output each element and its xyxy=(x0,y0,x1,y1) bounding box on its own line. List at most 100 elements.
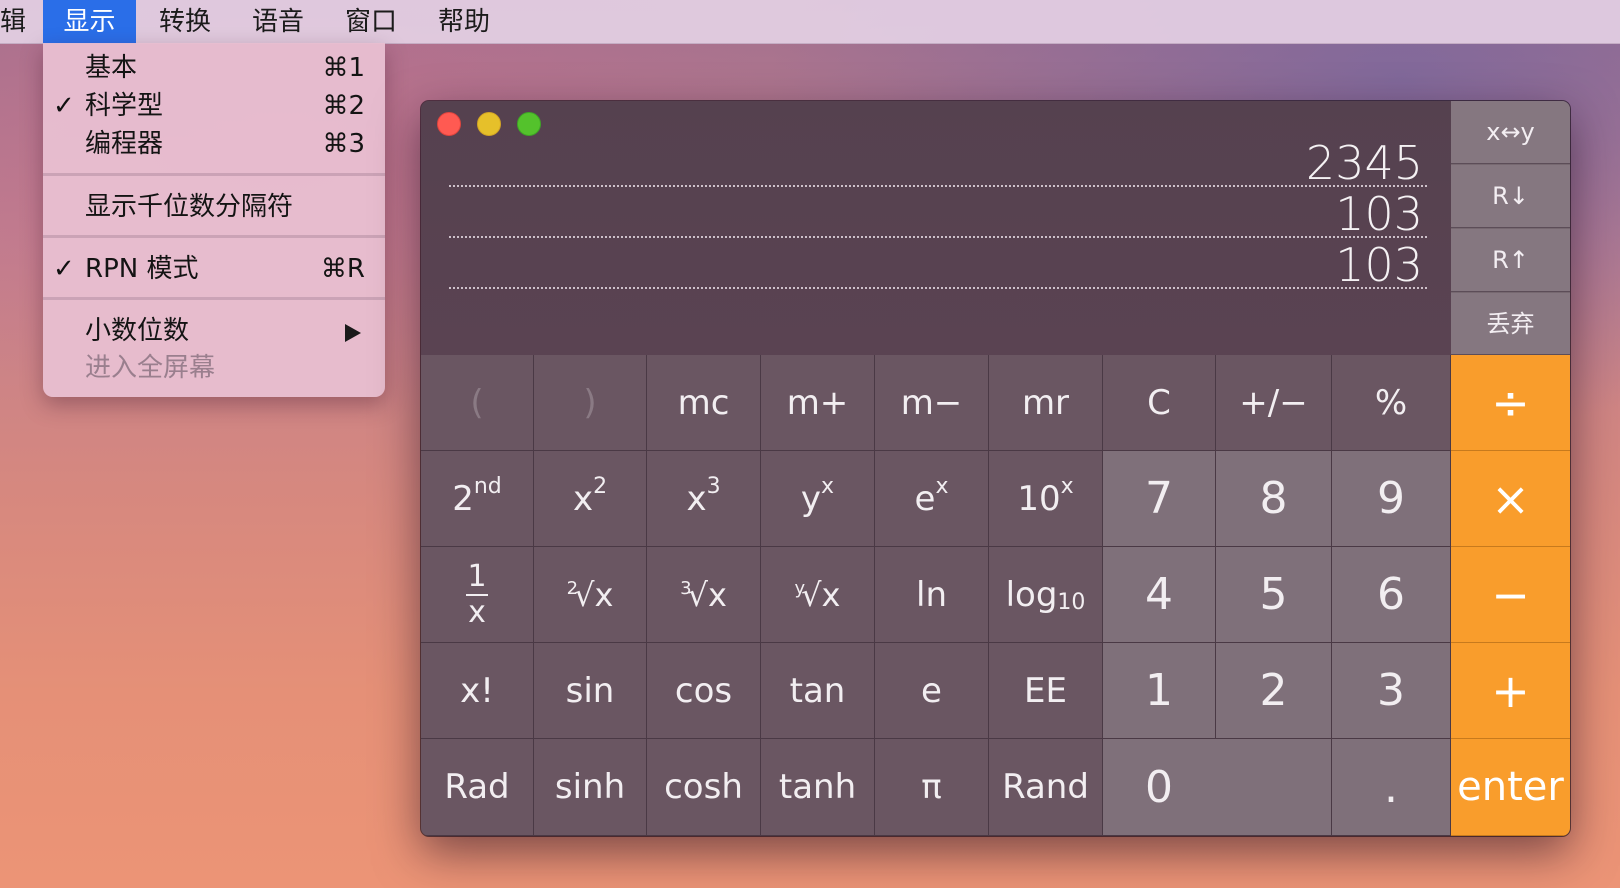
menu-item-label: 进入全屏幕 xyxy=(85,353,216,383)
roll-up-button[interactable]: R↑ xyxy=(1451,229,1570,292)
multiply-key[interactable]: × xyxy=(1451,451,1570,547)
menu-item-label: 显示千位数分隔符 xyxy=(85,192,294,222)
plus-minus-key[interactable]: +/− xyxy=(1216,355,1332,451)
memory-add-key[interactable]: m+ xyxy=(761,355,875,451)
stack-row-3: 2345 xyxy=(449,137,1427,189)
digit-4-key[interactable]: 4 xyxy=(1103,547,1216,643)
denominator: x xyxy=(468,594,486,630)
swap-button[interactable]: x↔y xyxy=(1451,101,1570,164)
e-power-x-key[interactable]: ex xyxy=(875,451,989,547)
root-index: 2 xyxy=(566,577,579,599)
digit-6-key[interactable]: 6 xyxy=(1332,547,1451,643)
clear-key[interactable]: C xyxy=(1103,355,1216,451)
checkmark-icon: ✓ xyxy=(53,254,75,284)
add-key[interactable]: + xyxy=(1451,643,1570,739)
cosh-key[interactable]: cosh xyxy=(647,739,761,836)
menu-separator xyxy=(43,235,385,238)
submenu-arrow-icon xyxy=(345,324,361,342)
key-subscript: 10 xyxy=(1057,590,1086,615)
digit-3-key[interactable]: 3 xyxy=(1332,643,1451,739)
digit-8-key[interactable]: 8 xyxy=(1216,451,1332,547)
menu-item-rpn-mode[interactable]: ✓ RPN 模式 ⌘R xyxy=(43,250,385,288)
digit-0-key[interactable]: 0 xyxy=(1103,739,1332,836)
menu-item-label: 基本 xyxy=(85,53,138,83)
sinh-key[interactable]: sinh xyxy=(534,739,647,836)
menu-item-shortcut: ⌘3 xyxy=(322,129,365,159)
subtract-key[interactable]: − xyxy=(1451,547,1570,643)
key-superscript: 3 xyxy=(706,474,721,499)
menu-separator xyxy=(43,173,385,176)
digit-2-key[interactable]: 2 xyxy=(1216,643,1332,739)
tan-key[interactable]: tan xyxy=(761,643,875,739)
ten-power-x-key[interactable]: 10 x xyxy=(989,451,1103,547)
reciprocal-key[interactable]: 1 x xyxy=(421,547,534,643)
menu-item-shortcut: ⌘1 xyxy=(322,53,365,83)
enter-key[interactable]: enter xyxy=(1451,739,1570,836)
random-key[interactable]: Rand xyxy=(989,739,1103,836)
menu-window[interactable]: 窗口 xyxy=(331,0,411,44)
stack-value: 103 xyxy=(1335,187,1423,241)
x-cubed-key[interactable]: x3 xyxy=(647,451,761,547)
exponent-key[interactable]: EE xyxy=(989,643,1103,739)
stack-operations-column: x↔y R↓ R↑ 丢弃 xyxy=(1451,101,1570,355)
menu-view[interactable]: 显示 xyxy=(43,0,136,44)
tanh-key[interactable]: tanh xyxy=(761,739,875,836)
digit-5-key[interactable]: 5 xyxy=(1216,547,1332,643)
key-base: 2 xyxy=(452,478,474,519)
sin-key[interactable]: sin xyxy=(534,643,647,739)
memory-clear-key[interactable]: mc xyxy=(647,355,761,451)
key-superscript: x xyxy=(1060,474,1074,499)
key-base: e xyxy=(914,478,936,519)
x-squared-key[interactable]: x2 xyxy=(534,451,647,547)
stack-value: 103 xyxy=(1335,238,1423,292)
percent-key[interactable]: % xyxy=(1332,355,1451,451)
key-base: 10 xyxy=(1017,478,1061,519)
menu-speech[interactable]: 语音 xyxy=(238,0,318,44)
pi-key[interactable]: π xyxy=(875,739,989,836)
euler-constant-key[interactable]: e xyxy=(875,643,989,739)
memory-subtract-key[interactable]: m− xyxy=(875,355,989,451)
root-expression: y√x xyxy=(795,576,841,614)
zoom-button[interactable] xyxy=(517,112,541,136)
menu-item-programmer[interactable]: 编程器 ⌘3 xyxy=(43,125,385,163)
radians-key[interactable]: Rad xyxy=(421,739,534,836)
decimal-point-key[interactable]: . xyxy=(1332,739,1451,836)
second-function-key[interactable]: 2nd xyxy=(421,451,534,547)
divide-key[interactable]: ÷ xyxy=(1451,355,1570,451)
drop-button[interactable]: 丢弃 xyxy=(1451,293,1570,355)
natural-log-key[interactable]: ln xyxy=(875,547,989,643)
memory-recall-key[interactable]: mr xyxy=(989,355,1103,451)
menu-item-scientific[interactable]: ✓ 科学型 ⌘2 xyxy=(43,87,385,125)
menu-item-label: RPN 模式 xyxy=(85,254,199,284)
menu-bar: 辑 显示 转换 语音 窗口 帮助 xyxy=(0,0,1620,44)
root-expression: 2√x xyxy=(567,576,614,614)
cube-root-key[interactable]: 3√x xyxy=(647,547,761,643)
menu-item-decimal-places[interactable]: 小数位数 xyxy=(43,312,385,350)
close-paren-key[interactable]: ) xyxy=(534,355,647,451)
y-root-key[interactable]: y√x xyxy=(761,547,875,643)
menu-item-thousands-separator[interactable]: 显示千位数分隔符 xyxy=(43,188,385,226)
digit-7-key[interactable]: 7 xyxy=(1103,451,1216,547)
close-button[interactable] xyxy=(437,112,461,136)
menu-separator xyxy=(43,297,385,300)
root-index: 3 xyxy=(680,577,692,599)
menu-item-label: 科学型 xyxy=(85,91,164,121)
minimize-button[interactable] xyxy=(477,112,501,136)
factorial-key[interactable]: x! xyxy=(421,643,534,739)
cos-key[interactable]: cos xyxy=(647,643,761,739)
menu-edit[interactable]: 辑 xyxy=(0,0,28,44)
log10-key[interactable]: log 10 xyxy=(989,547,1103,643)
y-power-x-key[interactable]: yx xyxy=(761,451,875,547)
roll-down-button[interactable]: R↓ xyxy=(1451,165,1570,228)
open-paren-key[interactable]: ( xyxy=(421,355,534,451)
digit-1-key[interactable]: 1 xyxy=(1103,643,1216,739)
square-root-key[interactable]: 2√x xyxy=(534,547,647,643)
digit-9-key[interactable]: 9 xyxy=(1332,451,1451,547)
menu-convert[interactable]: 转换 xyxy=(145,0,225,44)
stack-row-2: 103 xyxy=(449,187,1427,241)
menu-item-basic[interactable]: 基本 ⌘1 xyxy=(43,49,385,87)
root-index: y xyxy=(794,577,806,599)
menu-help[interactable]: 帮助 xyxy=(424,0,504,44)
menu-item-label: 小数位数 xyxy=(85,316,190,346)
menu-item-shortcut: ⌘2 xyxy=(322,91,365,121)
